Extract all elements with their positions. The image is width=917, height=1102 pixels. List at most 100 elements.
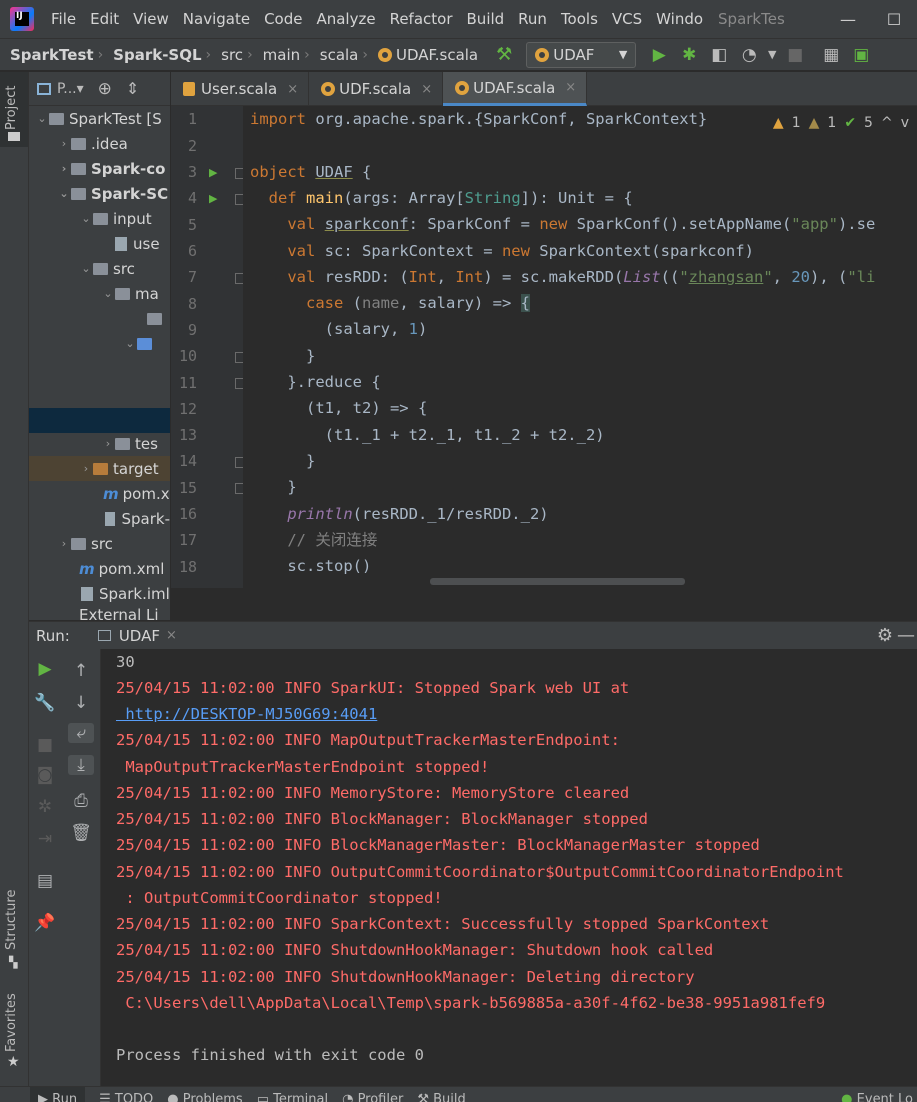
stop-icon[interactable]: ■ (32, 735, 58, 755)
arrow-up-icon[interactable]: ↑ (68, 661, 94, 681)
run-gutter-icon[interactable]: ▶ (209, 192, 217, 205)
print-icon[interactable]: ⎙ (68, 791, 94, 811)
tab-user-scala[interactable]: User.scala × (171, 72, 310, 106)
tab-udf-scala[interactable]: UDF.scala × (309, 72, 444, 106)
tree-item-main[interactable]: ⌄ ma (29, 281, 170, 306)
tree-item-selected[interactable] (29, 408, 170, 433)
tree-item-scala[interactable]: ⌄ (29, 331, 170, 356)
iml-file-icon (81, 586, 93, 601)
project-structure-icon[interactable]: ▦ (816, 45, 846, 65)
console-output[interactable]: 30 25/04/15 11:02:00 INFO SparkUI: Stopp… (101, 649, 917, 1086)
run-icon[interactable]: ▶ (644, 45, 674, 65)
breadcrumb-main[interactable]: main (253, 46, 304, 64)
locate-icon[interactable]: ⊕ (98, 79, 112, 99)
menu-refactor[interactable]: Refactor (383, 10, 460, 28)
collapse-all-icon[interactable]: ⇕ (126, 79, 139, 98)
tree-item-src[interactable]: ⌄ src (29, 256, 170, 281)
tab-udaf-scala[interactable]: UDAF.scala × (443, 72, 588, 106)
menu-navigate[interactable]: Navigate (176, 10, 257, 28)
menu-tools[interactable]: Tools (554, 10, 605, 28)
breadcrumb-file[interactable]: UDAF.scala (368, 46, 482, 64)
menu-window[interactable]: Windo (649, 10, 710, 28)
code-editor[interactable]: import org.apache.spark.{SparkConf, Spar… (243, 106, 917, 588)
build-hammer-icon[interactable]: ⚒ (496, 44, 512, 65)
tree-item-test[interactable]: › tes (29, 431, 170, 456)
run-configuration-select[interactable]: UDAF ▼ (526, 41, 637, 68)
menu-file[interactable]: File (44, 10, 83, 28)
breadcrumb-project[interactable]: SparkTest (0, 46, 98, 64)
console-link[interactable]: http://DESKTOP-MJ50G69:4041 (116, 705, 377, 723)
breadcrumb-src[interactable]: src (211, 46, 247, 64)
run-gutter-icon[interactable]: ▶ (209, 166, 217, 179)
chevron-down-icon: ▼ (618, 48, 628, 61)
tree-item-java[interactable] (29, 306, 170, 331)
stop-icon[interactable]: ■ (780, 45, 810, 65)
project-tool-tab[interactable]: Project (0, 72, 28, 147)
tree-item-target[interactable]: › target (29, 456, 170, 481)
bottom-tab-event-log[interactable]: ● Event Lo (841, 1087, 913, 1102)
rerun-icon[interactable]: ▶ (32, 659, 58, 679)
run-tab-udaf[interactable]: UDAF × (97, 627, 177, 645)
menu-view[interactable]: View (126, 10, 176, 28)
close-icon[interactable]: × (421, 82, 432, 97)
next-highlight-icon[interactable]: v (901, 115, 909, 131)
pin-icon[interactable]: 📌 (32, 913, 58, 933)
tree-item-src-root[interactable]: › src (29, 531, 170, 556)
tree-item-hidden[interactable] (29, 356, 170, 381)
menu-analyze[interactable]: Analyze (309, 10, 382, 28)
tree-item-sparktest[interactable]: ⌄ SparkTest [S (29, 106, 170, 131)
code-line-18: sc.stop() (250, 557, 372, 575)
tree-item-idea[interactable]: › .idea (29, 131, 170, 156)
camera-icon[interactable]: ◙ (32, 765, 58, 785)
wrench-icon[interactable]: 🔧 (32, 693, 58, 713)
bottom-tab-run[interactable]: ▶ Run (30, 1087, 86, 1102)
structure-tool-tab[interactable]: Structure ▚ (0, 882, 28, 972)
bottom-tab-profiler[interactable]: ◔ Profiler (342, 1087, 403, 1102)
previous-highlight-icon[interactable]: ^ (881, 115, 893, 131)
menu-run[interactable]: Run (511, 10, 554, 28)
breadcrumb-scala[interactable]: scala (310, 46, 363, 64)
inspection-widget[interactable]: ▲ 1 ▲ 1 ✔ 5 ^ v (766, 110, 917, 136)
menu-build[interactable]: Build (460, 10, 512, 28)
favorites-tool-tab[interactable]: Favorites ★ (0, 992, 28, 1072)
tree-item-pom-module[interactable]: m pom.x (29, 481, 170, 506)
tree-item-spark-core[interactable]: › Spark-co (29, 156, 170, 181)
tree-item-pom-root[interactable]: m pom.xml (29, 556, 170, 581)
menu-edit[interactable]: Edit (83, 10, 126, 28)
restore-layout-icon[interactable]: ✲ (32, 797, 58, 817)
bottom-tab-terminal[interactable]: ▭ Terminal (257, 1087, 328, 1102)
trash-icon[interactable]: 🗑 (68, 823, 94, 843)
project-view-select[interactable]: P...▾ (57, 81, 84, 97)
tree-item-input[interactable]: ⌄ input (29, 206, 170, 231)
coverage-icon[interactable]: ◧ (704, 45, 734, 65)
tree-item-spark-iml[interactable]: Spark.iml (29, 581, 170, 606)
minimize-button[interactable]: — (825, 0, 871, 38)
bottom-tab-build[interactable]: ⚒ Build (417, 1087, 465, 1102)
layout-icon[interactable]: ▤ (32, 871, 58, 891)
maximize-button[interactable]: ☐ (871, 0, 917, 38)
tree-item-external-libraries[interactable]: External Li (29, 606, 170, 620)
tree-item-user-json[interactable]: use (29, 231, 170, 256)
close-icon[interactable]: × (565, 80, 576, 95)
arrow-down-icon[interactable]: ↓ (68, 693, 94, 713)
hide-panel-icon[interactable]: — (897, 625, 915, 646)
close-icon[interactable]: × (287, 82, 298, 97)
scroll-to-end-icon[interactable]: ⤓ (68, 755, 94, 775)
chevron-down-icon[interactable]: ▼ (764, 48, 780, 61)
exit-icon[interactable]: ⇥ (32, 829, 58, 849)
terminal-icon[interactable]: ▣ (846, 45, 876, 65)
profiler-icon[interactable]: ◔ (734, 45, 764, 65)
menu-vcs[interactable]: VCS (605, 10, 649, 28)
bottom-tab-todo[interactable]: ☰ TODO (99, 1087, 153, 1102)
run-panel-label: Run: (36, 626, 70, 645)
bottom-tab-problems[interactable]: ● Problems (167, 1087, 242, 1102)
close-icon[interactable]: × (166, 628, 177, 643)
tree-item-spark-sql[interactable]: ⌄ Spark-SC (29, 181, 170, 206)
tree-item-spark-iml-module[interactable]: Spark- (29, 506, 170, 531)
debug-icon[interactable]: ✱ (674, 45, 704, 65)
soft-wrap-icon[interactable]: ⤶ (68, 723, 94, 743)
gear-icon[interactable]: ⚙ (877, 625, 893, 646)
horizontal-scrollbar[interactable] (430, 578, 685, 585)
menu-code[interactable]: Code (257, 10, 309, 28)
breadcrumb-module[interactable]: Spark-SQL (103, 46, 205, 64)
